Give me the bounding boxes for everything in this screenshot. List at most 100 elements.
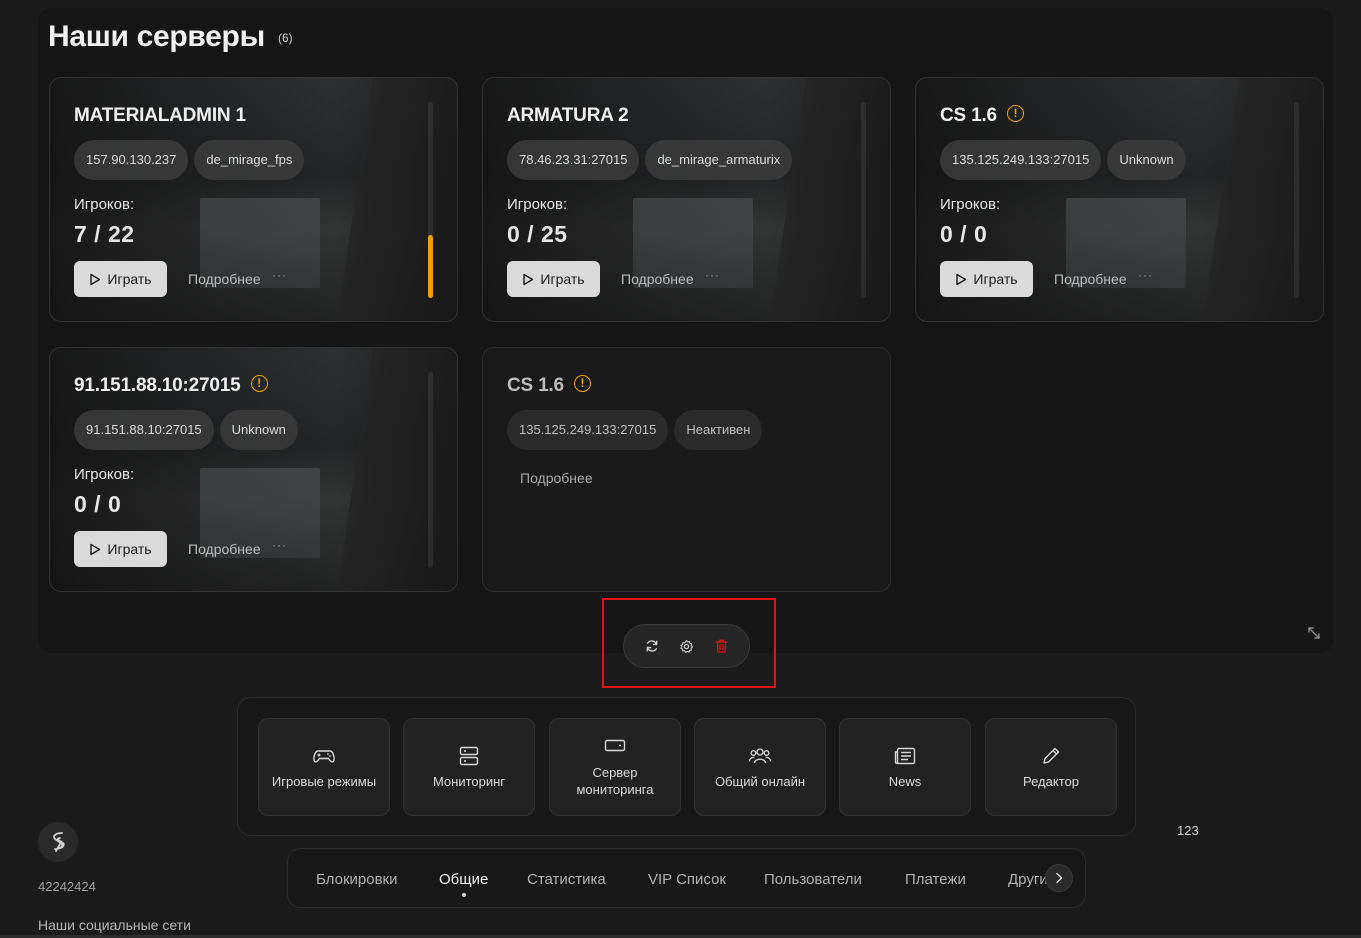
quick-nav-panel: Игровые режимы Мониторинг Сервер монитор… [237,697,1136,836]
play-icon [523,273,534,285]
nav-tile-label: Мониторинг [432,773,506,789]
server-card: MATERIALADMIN 1 157.90.130.237 de_mirage… [49,77,458,322]
details-link[interactable]: Подробнее [1054,271,1127,287]
tab-general[interactable]: Общие [439,871,488,888]
server-card: CS 1.6! 135.125.249.133:27015 Unknown Иг… [915,77,1324,322]
nav-tile-label: Сервер мониторинга [576,765,654,797]
players-count: 0 / 25 [507,221,568,247]
chevron-right-icon [1056,872,1063,884]
news-icon [894,747,916,764]
nav-tile-monitoring-server[interactable]: Сервер мониторинга [549,718,681,816]
load-bar-fill [428,235,433,298]
scrollbar [861,102,866,298]
scrollbar [1294,102,1299,298]
page-title: Наши серверы [48,20,265,53]
server-name: CS 1.6! [940,105,1024,127]
server-ip-chip[interactable]: 91.151.88.10:27015 [74,410,214,450]
play-label: Играть [973,271,1018,287]
details-link[interactable]: Подробнее [621,271,694,287]
server-map-chip: Unknown [1107,140,1186,180]
tab-blocks[interactable]: Блокировки [316,871,397,888]
players-label: Игроков: [507,196,568,213]
play-icon [90,273,101,285]
pencil-icon [1043,747,1060,764]
play-label: Играть [107,541,152,557]
play-button[interactable]: Играть [74,261,167,297]
monitor-icon [604,739,626,752]
server-map-chip: de_mirage_armaturix [645,140,793,180]
server-card: 91.151.88.10:27015! 91.151.88.10:27015 U… [49,347,458,592]
play-label: Играть [540,271,585,287]
tab-users[interactable]: Пользователи [764,871,862,888]
server-ip-chip[interactable]: 135.125.249.133:27015 [940,140,1102,180]
tab-payments[interactable]: Платежи [905,871,966,888]
social-heading: Наши социальные сети [38,917,191,933]
players-count: 7 / 22 [74,221,135,247]
active-tab-indicator [462,893,466,897]
details-link[interactable]: Подробнее [188,541,261,557]
warning-icon: ! [573,375,591,393]
expand-icon[interactable] [1307,626,1321,640]
play-label: Играть [107,271,152,287]
warning-icon: ! [250,375,268,393]
nav-tile-editor[interactable]: Редактор [985,718,1117,816]
play-button[interactable]: Играть [74,531,167,567]
play-button[interactable]: Играть [507,261,600,297]
delete-button[interactable] [713,637,731,655]
nav-tile-label: Игровые режимы [271,773,377,789]
widget-toolbar [623,624,750,668]
nav-tile-label: Редактор [1023,773,1079,789]
more-options-icon[interactable]: ··· [1138,268,1153,282]
details-link[interactable]: Подробнее [520,470,593,486]
nav-tile-label: Общий онлайн [714,773,806,789]
logo-icon [53,832,65,852]
load-bar [428,102,433,298]
more-options-icon[interactable]: ··· [272,538,287,552]
server-card-inactive: CS 1.6! 135.125.249.133:27015 Неактивен … [482,347,891,592]
players-count: 0 / 0 [74,491,122,517]
server-ip-chip[interactable]: 78.46.23.31:27015 [507,140,640,180]
section-tabs: Блокировки Общие Статистика VIP Список П… [287,848,1086,908]
tabs-next-button[interactable] [1045,864,1073,892]
server-name: ARMATURA 2 [507,105,629,126]
users-icon [748,747,772,763]
server-map-chip: Unknown [219,410,298,450]
nav-tile-label: News [888,773,922,789]
settings-button[interactable] [678,637,696,655]
server-card: ARMATURA 2 78.46.23.31:27015 de_mirage_a… [482,77,891,322]
nav-tile-game-modes[interactable]: Игровые режимы [258,718,390,816]
nav-tile-monitoring[interactable]: Мониторинг [403,718,535,816]
server-ip-chip[interactable]: 135.125.249.133:27015 [507,410,669,450]
server-icon [459,746,479,765]
players-label: Игроков: [74,466,135,483]
play-button[interactable]: Играть [940,261,1033,297]
warning-icon: ! [1006,105,1024,123]
trash-icon [715,639,728,653]
more-options-icon[interactable]: ··· [272,268,287,282]
refresh-icon [646,640,657,652]
side-number: 123 [1177,823,1199,838]
nav-tile-news[interactable]: News [839,718,971,816]
gear-icon [680,639,694,653]
players-count: 0 / 0 [940,221,988,247]
play-icon [956,273,967,285]
players-label: Игроков: [940,196,1001,213]
server-name: 91.151.88.10:27015! [74,375,268,397]
server-ip-chip[interactable]: 157.90.130.237 [74,140,189,180]
details-link[interactable]: Подробнее [188,271,261,287]
scrollbar [428,372,433,568]
players-label: Игроков: [74,196,135,213]
server-count: (6) [278,31,293,45]
refresh-button[interactable] [643,637,661,655]
gamepad-icon [313,749,335,763]
footer-id: 42242424 [38,879,96,894]
server-map-chip: de_mirage_fps [194,140,305,180]
server-name: CS 1.6! [507,375,591,397]
tab-vip-list[interactable]: VIP Список [648,871,726,888]
more-options-icon[interactable]: ··· [705,268,720,282]
tab-statistics[interactable]: Статистика [527,871,606,888]
site-logo[interactable] [38,822,78,862]
status-badge: Неактивен [674,410,763,450]
nav-tile-total-online[interactable]: Общий онлайн [694,718,826,816]
server-name: MATERIALADMIN 1 [74,105,246,126]
